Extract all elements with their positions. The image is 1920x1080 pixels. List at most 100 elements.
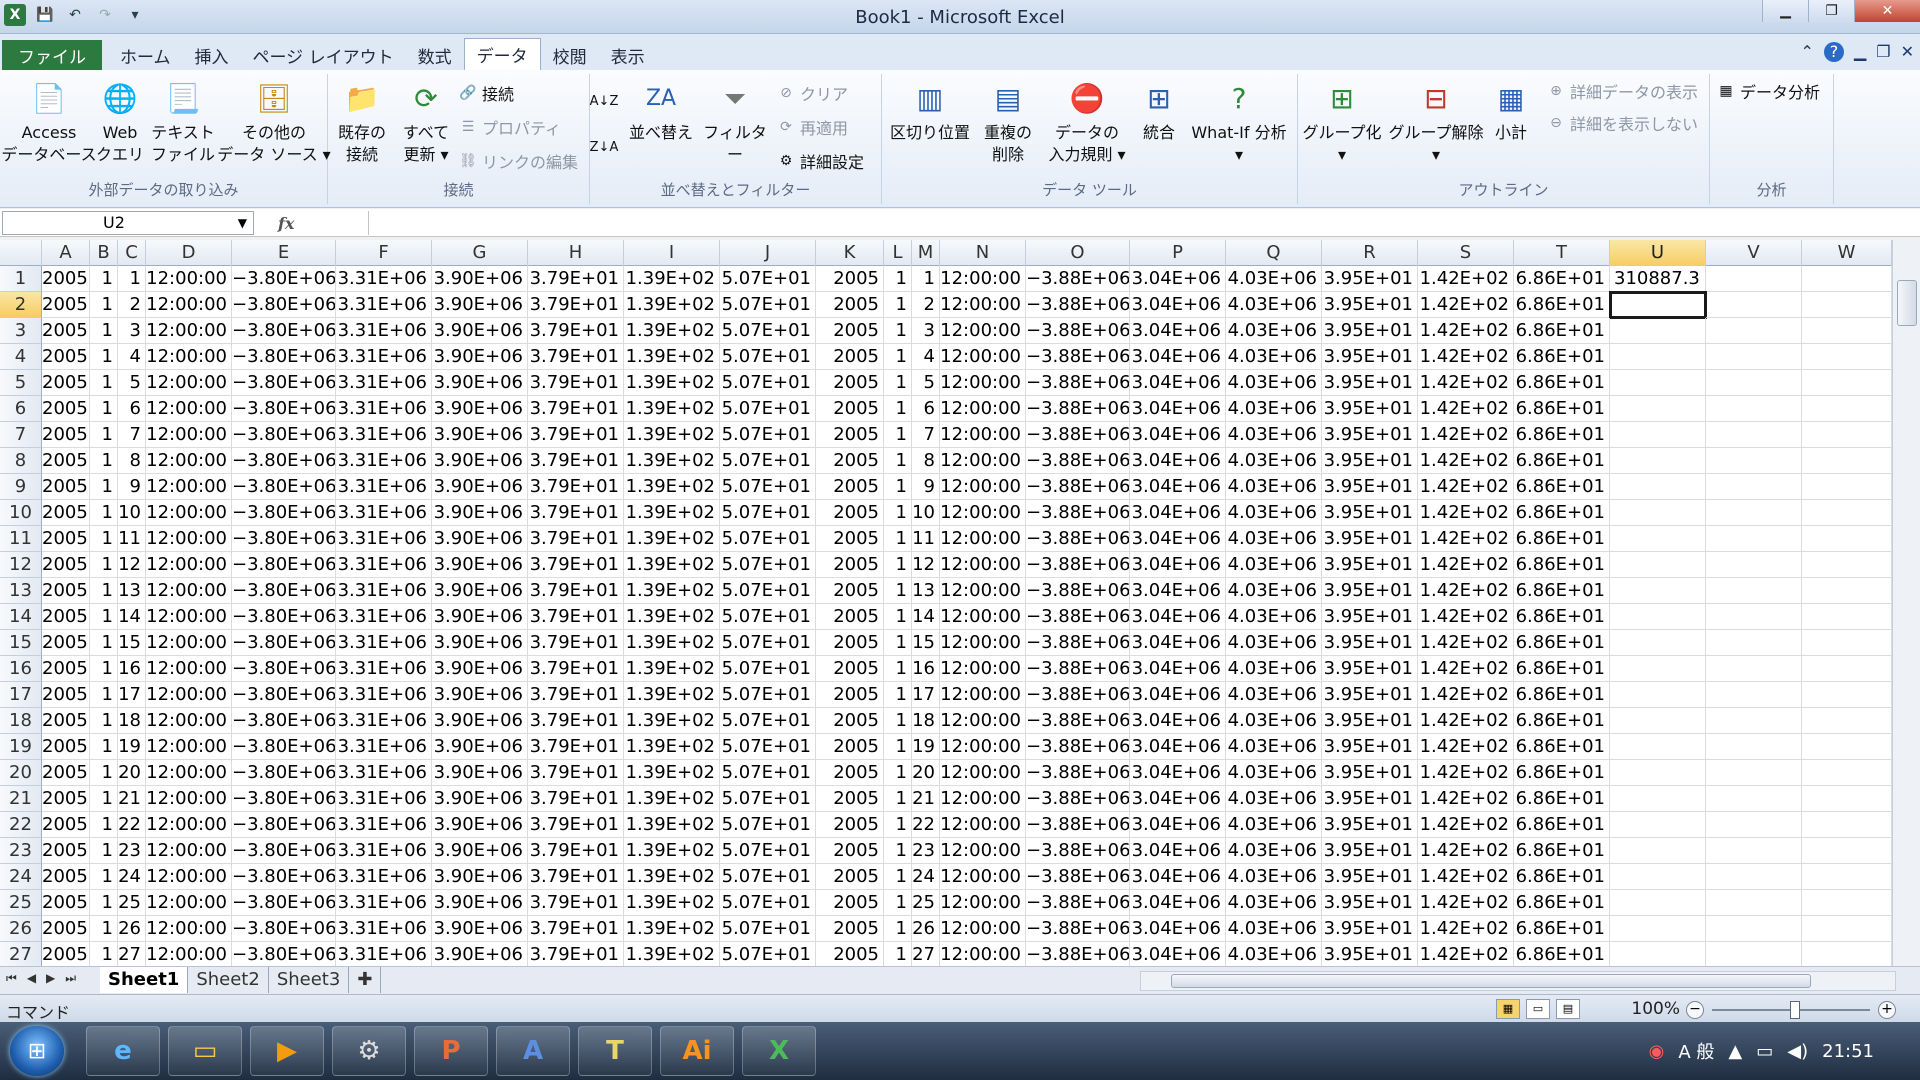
- cell-Q8[interactable]: 4.03E+06: [1226, 448, 1322, 474]
- column-header-I[interactable]: I: [624, 240, 720, 266]
- cell-U18[interactable]: [1610, 708, 1706, 734]
- cell-Q22[interactable]: 4.03E+06: [1226, 812, 1322, 838]
- cell-N4[interactable]: 12:00:00: [940, 344, 1026, 370]
- cell-B6[interactable]: 1: [90, 396, 118, 422]
- cell-B9[interactable]: 1: [90, 474, 118, 500]
- cell-A5[interactable]: 2005: [42, 370, 90, 396]
- tab-5[interactable]: データ: [463, 38, 541, 70]
- cell-K8[interactable]: 2005: [816, 448, 884, 474]
- ungroup-button[interactable]: ⊟ グループ解除 ▾: [1386, 78, 1486, 166]
- cell-W17[interactable]: [1802, 682, 1892, 708]
- cell-W8[interactable]: [1802, 448, 1892, 474]
- cell-T23[interactable]: 6.86E+01: [1514, 838, 1610, 864]
- word-icon[interactable]: A: [496, 1026, 570, 1076]
- vertical-scroll-thumb[interactable]: [1897, 280, 1917, 326]
- cell-D23[interactable]: 12:00:00: [146, 838, 232, 864]
- cell-W5[interactable]: [1802, 370, 1892, 396]
- media-player-icon[interactable]: ▶: [250, 1026, 324, 1076]
- cell-G27[interactable]: 3.90E+06: [432, 942, 528, 966]
- cell-J6[interactable]: 5.07E+01: [720, 396, 816, 422]
- cell-M16[interactable]: 16: [912, 656, 940, 682]
- cell-Q17[interactable]: 4.03E+06: [1226, 682, 1322, 708]
- cell-S15[interactable]: 1.42E+02: [1418, 630, 1514, 656]
- page-break-view-icon[interactable]: ▤: [1556, 999, 1580, 1019]
- cell-A3[interactable]: 2005: [42, 318, 90, 344]
- cell-K25[interactable]: 2005: [816, 890, 884, 916]
- cell-T26[interactable]: 6.86E+01: [1514, 916, 1610, 942]
- name-box-dropdown-icon[interactable]: ▼: [238, 212, 247, 234]
- cell-O24[interactable]: −3.88E+06: [1026, 864, 1130, 890]
- cell-L22[interactable]: 1: [884, 812, 912, 838]
- cell-P26[interactable]: 3.04E+06: [1130, 916, 1226, 942]
- cell-K26[interactable]: 2005: [816, 916, 884, 942]
- cell-A10[interactable]: 2005: [42, 500, 90, 526]
- column-header-V[interactable]: V: [1706, 240, 1802, 266]
- cell-M27[interactable]: 27: [912, 942, 940, 966]
- column-header-M[interactable]: M: [912, 240, 940, 266]
- text-to-columns-button[interactable]: ▥ 区切り位置: [888, 78, 972, 144]
- cell-C4[interactable]: 4: [118, 344, 146, 370]
- cell-T18[interactable]: 6.86E+01: [1514, 708, 1610, 734]
- start-button[interactable]: ⊞: [10, 1026, 64, 1076]
- cell-U23[interactable]: [1610, 838, 1706, 864]
- cell-F26[interactable]: 3.31E+06: [336, 916, 432, 942]
- cell-O18[interactable]: −3.88E+06: [1026, 708, 1130, 734]
- column-header-U[interactable]: U: [1610, 240, 1706, 266]
- cell-P16[interactable]: 3.04E+06: [1130, 656, 1226, 682]
- cell-C11[interactable]: 11: [118, 526, 146, 552]
- column-header-C[interactable]: C: [118, 240, 146, 266]
- cell-P19[interactable]: 3.04E+06: [1130, 734, 1226, 760]
- powerpoint-icon[interactable]: P: [414, 1026, 488, 1076]
- cell-K20[interactable]: 2005: [816, 760, 884, 786]
- cell-B14[interactable]: 1: [90, 604, 118, 630]
- cell-V5[interactable]: [1706, 370, 1802, 396]
- cell-U9[interactable]: [1610, 474, 1706, 500]
- cell-J2[interactable]: 5.07E+01: [720, 292, 816, 318]
- cell-G7[interactable]: 3.90E+06: [432, 422, 528, 448]
- clock[interactable]: 21:51: [1822, 1041, 1874, 1062]
- page-layout-view-icon[interactable]: ▭: [1526, 999, 1550, 1019]
- cell-E12[interactable]: −3.80E+06: [232, 552, 336, 578]
- cell-C24[interactable]: 24: [118, 864, 146, 890]
- cell-H12[interactable]: 3.79E+01: [528, 552, 624, 578]
- edit-links-button[interactable]: ⛓ リンクの編集: [458, 148, 578, 174]
- cell-M20[interactable]: 20: [912, 760, 940, 786]
- cell-R13[interactable]: 3.95E+01: [1322, 578, 1418, 604]
- cell-M25[interactable]: 25: [912, 890, 940, 916]
- cell-S10[interactable]: 1.42E+02: [1418, 500, 1514, 526]
- cell-W21[interactable]: [1802, 786, 1892, 812]
- cell-V7[interactable]: [1706, 422, 1802, 448]
- cell-P10[interactable]: 3.04E+06: [1130, 500, 1226, 526]
- cell-I11[interactable]: 1.39E+02: [624, 526, 720, 552]
- cell-N18[interactable]: 12:00:00: [940, 708, 1026, 734]
- cell-V1[interactable]: [1706, 266, 1802, 292]
- cell-K11[interactable]: 2005: [816, 526, 884, 552]
- cell-S17[interactable]: 1.42E+02: [1418, 682, 1514, 708]
- cell-F5[interactable]: 3.31E+06: [336, 370, 432, 396]
- cell-V19[interactable]: [1706, 734, 1802, 760]
- existing-connections-button[interactable]: 📁 既存の 接続: [332, 78, 392, 166]
- cell-R2[interactable]: 3.95E+01: [1322, 292, 1418, 318]
- cell-J15[interactable]: 5.07E+01: [720, 630, 816, 656]
- cell-G14[interactable]: 3.90E+06: [432, 604, 528, 630]
- cell-C1[interactable]: 1: [118, 266, 146, 292]
- cell-W13[interactable]: [1802, 578, 1892, 604]
- cell-D17[interactable]: 12:00:00: [146, 682, 232, 708]
- cell-I3[interactable]: 1.39E+02: [624, 318, 720, 344]
- cell-S8[interactable]: 1.42E+02: [1418, 448, 1514, 474]
- data-analysis-button[interactable]: ▦ データ分析: [1716, 78, 1820, 104]
- cell-E11[interactable]: −3.80E+06: [232, 526, 336, 552]
- cell-V12[interactable]: [1706, 552, 1802, 578]
- cell-H26[interactable]: 3.79E+01: [528, 916, 624, 942]
- cell-N10[interactable]: 12:00:00: [940, 500, 1026, 526]
- cell-E18[interactable]: −3.80E+06: [232, 708, 336, 734]
- cell-Q18[interactable]: 4.03E+06: [1226, 708, 1322, 734]
- cell-I25[interactable]: 1.39E+02: [624, 890, 720, 916]
- cell-M6[interactable]: 6: [912, 396, 940, 422]
- row-header[interactable]: 4: [0, 344, 42, 370]
- cell-L23[interactable]: 1: [884, 838, 912, 864]
- cell-A22[interactable]: 2005: [42, 812, 90, 838]
- cell-V9[interactable]: [1706, 474, 1802, 500]
- cell-I1[interactable]: 1.39E+02: [624, 266, 720, 292]
- cell-V18[interactable]: [1706, 708, 1802, 734]
